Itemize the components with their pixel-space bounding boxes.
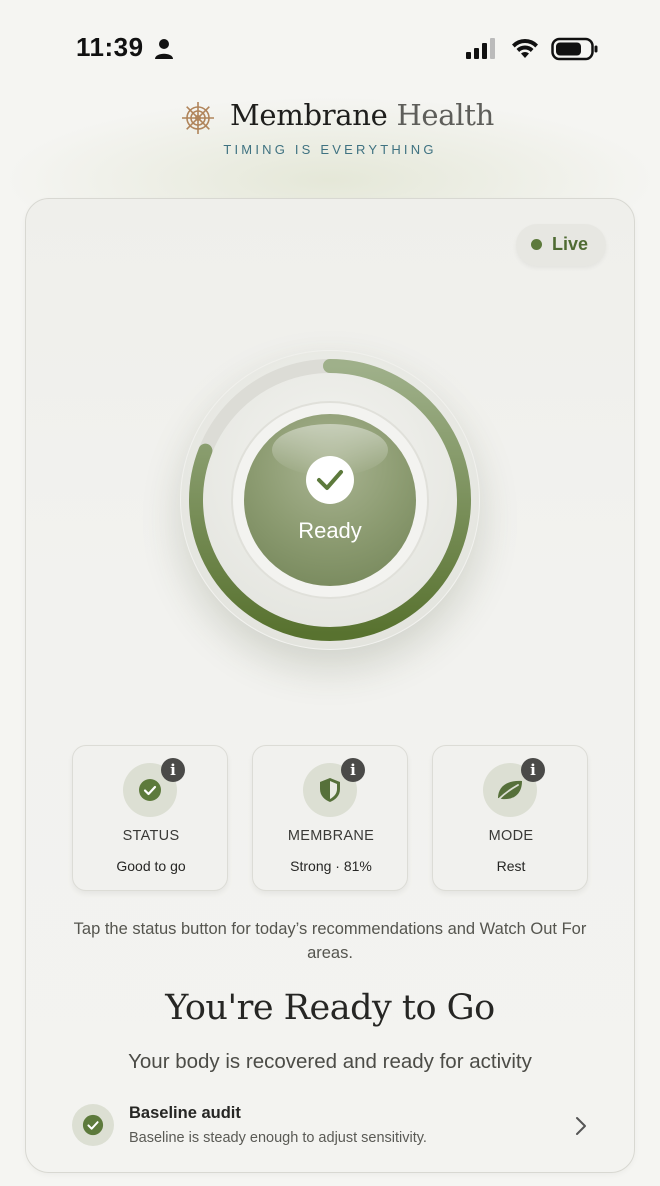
ring-status-label: Ready (298, 518, 362, 543)
mode-tile[interactable]: i MODE Rest (432, 745, 588, 891)
shield-icon (320, 778, 340, 802)
battery-icon (551, 37, 598, 61)
chevron-right-icon[interactable] (574, 1116, 588, 1136)
audit-title: Baseline audit (129, 1104, 241, 1122)
check-circle-icon (139, 779, 161, 801)
membrane-tile[interactable]: i MEMBRANE Strong · 81% (252, 745, 408, 891)
status-tile-value: Good to go (116, 858, 186, 874)
check-icon (306, 456, 354, 504)
status-bar: 11:39 (0, 0, 660, 96)
info-icon[interactable]: i (521, 758, 545, 782)
check-circle-icon (82, 1114, 104, 1136)
person-icon (155, 39, 173, 59)
leaf-icon (498, 780, 522, 800)
readiness-subline: Your body is recovered and ready for act… (128, 1050, 532, 1073)
info-icon[interactable]: i (341, 758, 365, 782)
live-indicator-dot (531, 239, 542, 250)
readiness-headline: You're Ready to Go (165, 988, 495, 1028)
mode-tile-value: Rest (496, 858, 526, 874)
recommendation-tip: Tap the status button for today’s recomm… (73, 920, 587, 962)
wifi-icon (512, 38, 538, 58)
ship-wheel-icon (182, 102, 214, 134)
brand-name-primary: Membrane (230, 98, 388, 132)
live-label: Live (552, 234, 589, 254)
audit-description: Baseline is steady enough to adjust sens… (129, 1130, 427, 1146)
status-tile[interactable]: i STATUS Good to go (72, 745, 228, 891)
cellular-signal-icon (466, 38, 495, 59)
membrane-tile-title: MEMBRANE (287, 828, 375, 844)
status-time: 11:39 (76, 32, 144, 62)
info-icon[interactable]: i (161, 758, 185, 782)
status-tile-title: STATUS (122, 828, 180, 844)
brand-name-secondary: Health (396, 98, 494, 132)
brand-tagline: TIMING IS EVERYTHING (223, 142, 437, 157)
membrane-tile-value: Strong · 81% (290, 858, 372, 874)
brand-name: Membrane Health (230, 98, 494, 132)
mode-tile-title: MODE (488, 828, 534, 844)
status-ring-button[interactable] (180, 350, 480, 650)
